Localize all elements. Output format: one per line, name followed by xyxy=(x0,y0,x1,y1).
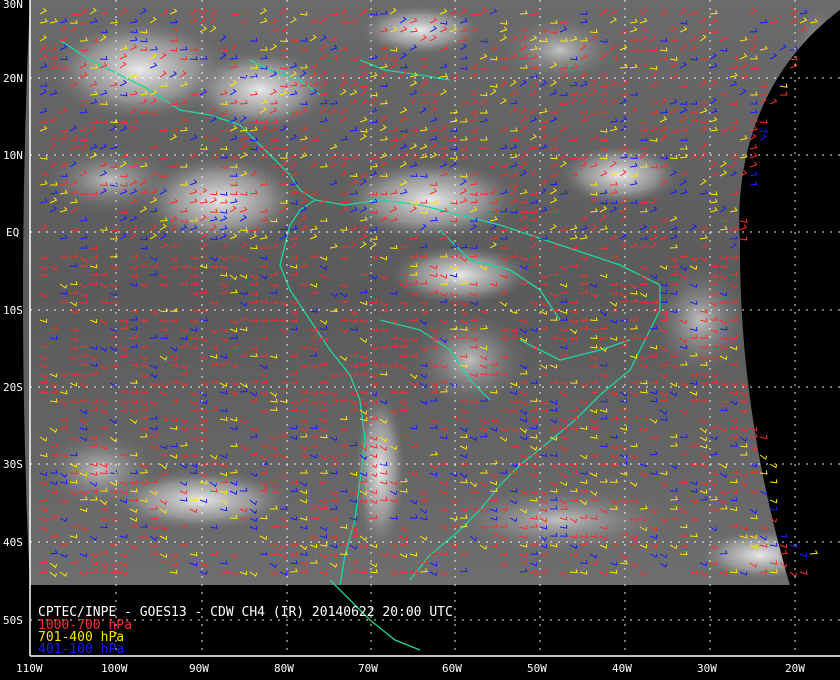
lon-label: 30W xyxy=(697,662,717,675)
lat-label: 30N xyxy=(3,0,23,11)
lat-label: EQ xyxy=(6,226,19,239)
lon-label: 90W xyxy=(189,662,209,675)
lon-label: 50W xyxy=(527,662,547,675)
lon-label: 60W xyxy=(442,662,462,675)
lat-label: 50S xyxy=(3,614,23,627)
lat-label: 10N xyxy=(3,149,23,162)
satellite-wind-map: 30N 20N 10N EQ 10S 20S 30S 40S 50S 110W … xyxy=(0,0,840,675)
lon-label: 110W xyxy=(16,662,43,675)
lon-label: 80W xyxy=(274,662,294,675)
lat-label: 20S xyxy=(3,381,23,394)
lon-label: 40W xyxy=(612,662,632,675)
lat-label: 30S xyxy=(3,458,23,471)
lat-label: 40S xyxy=(3,536,23,549)
lat-label: 20N xyxy=(3,72,23,85)
lon-label: 70W xyxy=(358,662,378,675)
legend-item-high: 401-100 hPa xyxy=(38,642,124,657)
lon-label: 100W xyxy=(101,662,128,675)
longitude-labels: 110W 100W 90W 80W 70W 60W 50W 40W 30W 20… xyxy=(16,662,805,675)
lon-label: 20W xyxy=(785,662,805,675)
latitude-labels: 30N 20N 10N EQ 10S 20S 30S 40S 50S xyxy=(3,0,23,627)
lat-label: 10S xyxy=(3,304,23,317)
